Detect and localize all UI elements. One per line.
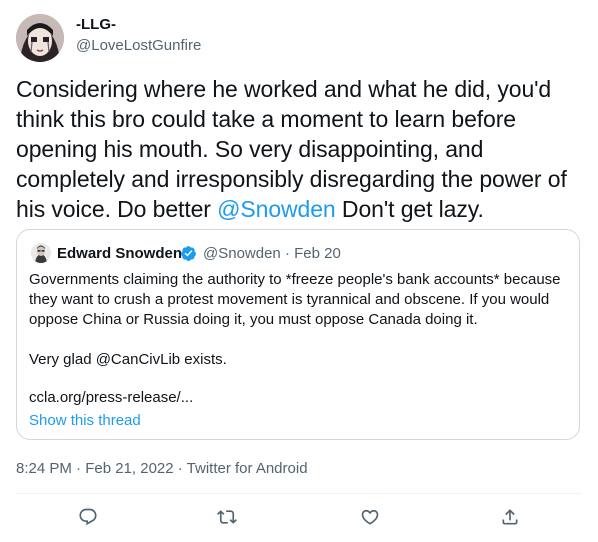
reply-icon bbox=[79, 508, 97, 526]
mention-link[interactable]: @Snowden bbox=[217, 196, 336, 222]
quoted-paragraph: Very glad @CanCivLib exists. bbox=[29, 351, 227, 368]
avatar-image bbox=[16, 14, 64, 62]
tweet-text: Considering where he worked and what he … bbox=[16, 74, 586, 224]
share-icon bbox=[502, 509, 518, 525]
quoted-paragraph: Governments claiming the authority to *f… bbox=[29, 271, 561, 328]
author-handle[interactable]: @LoveLostGunfire bbox=[76, 37, 201, 54]
quoted-meta: @Snowden · Feb 20 bbox=[203, 245, 341, 262]
like-button[interactable] bbox=[358, 505, 382, 529]
quoted-avatar bbox=[31, 243, 51, 263]
quoted-tweet[interactable]: Edward Snowden @Snowden · Feb 20 Governm… bbox=[16, 229, 580, 440]
quoted-text: Governments claiming the authority to *f… bbox=[29, 270, 569, 370]
like-icon bbox=[361, 509, 379, 525]
tweet-text-part: Don't get lazy. bbox=[335, 196, 484, 222]
retweet-icon bbox=[217, 510, 237, 524]
avatar[interactable] bbox=[16, 14, 64, 62]
quoted-author-name: Edward Snowden bbox=[57, 245, 183, 262]
divider bbox=[16, 493, 582, 494]
action-bar bbox=[0, 505, 598, 533]
show-thread-link[interactable]: Show this thread bbox=[29, 412, 141, 429]
author-name[interactable]: -LLG- bbox=[76, 16, 116, 33]
reply-button[interactable] bbox=[76, 505, 100, 529]
tweet-timestamp[interactable]: 8:24 PM · Feb 21, 2022 · Twitter for And… bbox=[16, 460, 308, 477]
share-button[interactable] bbox=[498, 505, 522, 529]
verified-badge-icon bbox=[181, 246, 196, 261]
quoted-link[interactable]: ccla.org/press-release/... bbox=[29, 389, 193, 406]
retweet-button[interactable] bbox=[215, 505, 239, 529]
